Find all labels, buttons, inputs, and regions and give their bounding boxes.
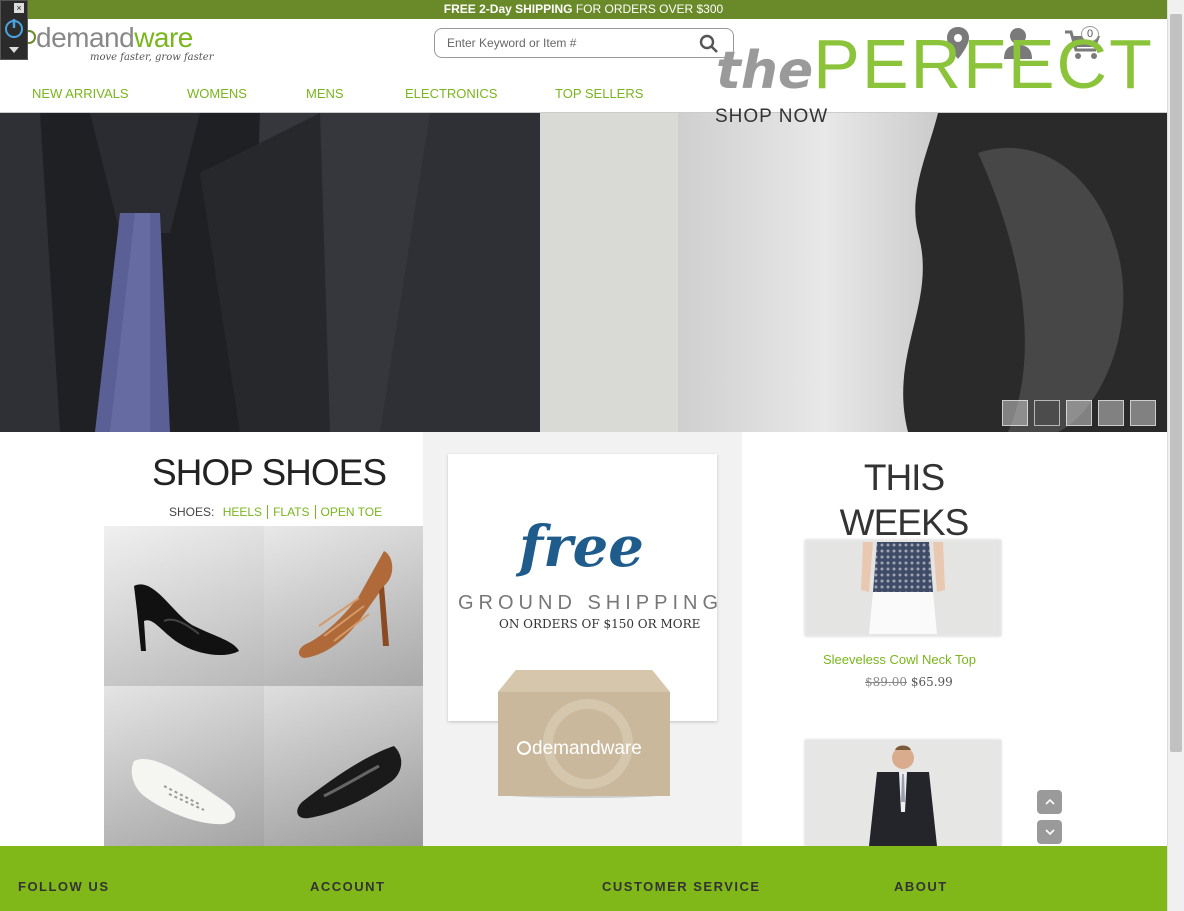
widget-dropdown-icon[interactable] — [9, 47, 19, 53]
shoe-black-heel[interactable] — [104, 526, 264, 686]
shoe-categories: SHOES: HEELS FLATS OPEN TOE — [169, 505, 387, 519]
deal-item-image-2[interactable] — [805, 740, 1001, 846]
slider-pagination — [1002, 400, 1156, 431]
hero-the: the — [716, 41, 814, 101]
box-brand-text: demandware — [532, 738, 642, 759]
shoes-flats-link[interactable]: FLATS — [268, 505, 316, 519]
deals-scroll-down-button[interactable] — [1037, 820, 1062, 844]
footer-follow-us: FOLLOW US — [18, 879, 110, 894]
nav-electronics[interactable]: ELECTRONICS — [405, 86, 497, 101]
slide-dot-5[interactable] — [1130, 400, 1156, 426]
ground-shipping-label: GROUND SHIPPING — [458, 592, 724, 614]
shoes-heels-link[interactable]: HEELS — [217, 505, 269, 519]
shop-now-link[interactable]: SHOP NOW — [715, 106, 828, 128]
search-box — [434, 28, 734, 58]
promo-rest: FOR ORDERS OVER $300 — [572, 2, 724, 16]
deals-scroll-up-button[interactable] — [1037, 790, 1062, 814]
logo-tagline: move faster, grow faster — [90, 52, 214, 63]
footer-account: ACCOUNT — [310, 879, 386, 894]
shoe-grid — [104, 526, 424, 846]
shipping-box-image: demandware — [498, 670, 670, 798]
free-heading: free — [519, 514, 644, 580]
slide-dot-3[interactable] — [1066, 400, 1092, 426]
hero-banner[interactable] — [0, 113, 1167, 432]
shoes-prefix: SHOES: — [169, 505, 215, 519]
hero-headline: thePERFECT — [716, 24, 1154, 104]
deal-item-price-1: $89.00 $65.99 — [865, 675, 953, 689]
nav-top-sellers[interactable]: TOP SELLERS — [555, 86, 643, 101]
logo-wordmark: demandware — [36, 22, 193, 53]
shoes-open-toe-link[interactable]: OPEN TOE — [316, 505, 388, 519]
widget-close-icon[interactable]: × — [14, 3, 24, 13]
power-icon — [5, 19, 23, 38]
shoe-black-flat[interactable] — [264, 686, 424, 846]
nav-mens[interactable]: MENS — [306, 86, 344, 101]
deal-old-price: $89.00 — [865, 675, 907, 689]
promo-banner: FREE 2-Day SHIPPING FOR ORDERS OVER $300 — [0, 0, 1167, 19]
promo-bold: FREE 2-Day SHIPPING — [443, 2, 573, 16]
scrollbar-thumb[interactable] — [1170, 14, 1182, 752]
slide-dot-4[interactable] — [1098, 400, 1124, 426]
shoe-white-flat[interactable] — [104, 686, 264, 846]
footer-about: ABOUT — [894, 879, 948, 894]
nav-womens[interactable]: WOMENS — [187, 86, 247, 101]
slide-dot-1[interactable] — [1002, 400, 1028, 426]
nav-new-arrivals[interactable]: NEW ARRIVALS — [32, 86, 129, 101]
deal-new-price: $65.99 — [910, 675, 953, 689]
shoe-tan-sandal[interactable] — [264, 526, 424, 686]
hero-image-model — [678, 113, 1167, 432]
slide-dot-2[interactable] — [1034, 400, 1060, 426]
search-input[interactable] — [447, 33, 687, 53]
deal-item-image-1[interactable] — [805, 540, 1001, 636]
page: FREE 2-Day SHIPPING FOR ORDERS OVER $300… — [0, 0, 1184, 911]
power-widget[interactable]: × — [0, 0, 28, 60]
footer: FOLLOW US ACCOUNT CUSTOMER SERVICE ABOUT — [0, 846, 1167, 911]
deal-item-name-1[interactable]: Sleeveless Cowl Neck Top — [823, 652, 976, 667]
shop-shoes-heading: SHOP SHOES — [152, 452, 387, 493]
footer-customer-service: CUSTOMER SERVICE — [602, 879, 761, 894]
page-scrollbar[interactable] — [1167, 0, 1184, 911]
shipping-threshold: ON ORDERS OF $150 OR MORE — [499, 617, 701, 631]
hero-perfect: PERFECT — [813, 25, 1154, 103]
hero-image-suit — [0, 113, 678, 432]
